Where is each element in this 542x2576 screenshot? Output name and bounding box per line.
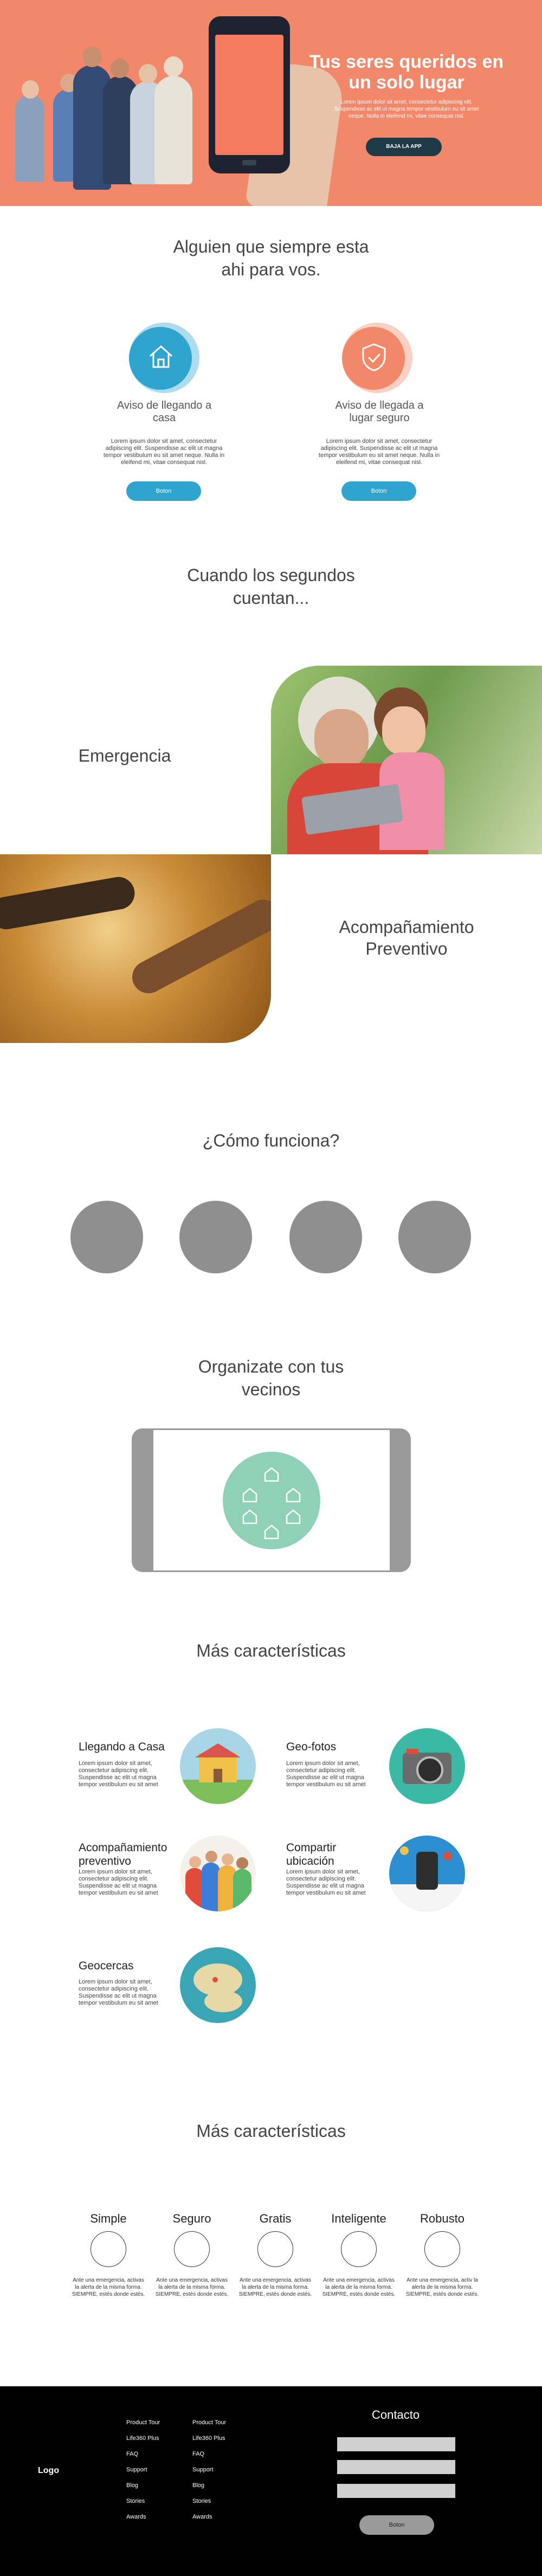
group-illustration <box>180 1836 256 1911</box>
contact-name-input[interactable] <box>337 2437 455 2451</box>
step-circle-1 <box>70 1201 143 1273</box>
phone-mockup <box>209 16 290 173</box>
column-circle <box>341 2231 377 2267</box>
column-circle <box>257 2231 293 2267</box>
footer-links-col-2: Product Tour Life360 Plus FAQ Support Bl… <box>192 2415 226 2525</box>
column-text: Ante una emergencia, activas la alerta d… <box>155 2277 229 2297</box>
feature-text-home: Lorem ipsum dolor sit amet, consectetur … <box>103 438 225 466</box>
feature-item-text: Lorem ipsum dolor sit amet, consectetur … <box>286 1869 366 1896</box>
download-app-button[interactable]: BAJA LA APP <box>366 138 442 156</box>
footer-link[interactable]: FAQ <box>126 2446 160 2462</box>
tablet-frame <box>132 1428 411 1572</box>
home-feature-circle <box>129 323 199 393</box>
feature-home-button[interactable]: Boton <box>126 481 201 501</box>
seconds-title: Cuando los segundos cuentan... <box>187 565 355 608</box>
preventive-label: Acompañamiento Preventivo <box>339 917 474 958</box>
grandmother-photo <box>271 666 542 854</box>
column-title: Robusto <box>420 2212 464 2225</box>
more-features-title: Más características <box>196 1641 346 1660</box>
footer-link[interactable]: FAQ <box>192 2446 226 2462</box>
feature-item-title: Compartir ubicación <box>286 1841 337 1867</box>
feature-item-title: Llegando a Casa <box>79 1741 165 1753</box>
feature-text-safe: Lorem ipsum dolor sit amet, consectetur … <box>318 438 440 466</box>
feature-item-text: Lorem ipsum dolor sit amet, consectetur … <box>79 1760 158 1788</box>
footer-link[interactable]: Blog <box>126 2478 160 2494</box>
feature-title-home: Aviso de llegando a casa <box>117 400 212 424</box>
hero-banner: Tus seres queridos en un solo lugar Lore… <box>0 0 542 206</box>
column-text: Ante una emergencia, activ la alerta de … <box>405 2277 479 2297</box>
column-circle <box>174 2231 210 2267</box>
column-title: Inteligente <box>331 2212 386 2225</box>
footer-link[interactable]: Awards <box>126 2509 160 2525</box>
safe-feature-circle <box>342 323 412 393</box>
step-circle-2 <box>179 1201 252 1273</box>
footer-link[interactable]: Support <box>192 2462 226 2478</box>
feature-item-text: Lorem ipsum dolor sit amet, consectetur … <box>79 1979 158 2006</box>
camera-illustration <box>389 1728 465 1804</box>
column-text: Ante una emergencia, activas la alerta d… <box>322 2277 396 2297</box>
footer-link[interactable]: Awards <box>192 2509 226 2525</box>
column-title: Simple <box>90 2212 127 2225</box>
footer-link[interactable]: Life360 Plus <box>126 2431 160 2446</box>
contact-email-input[interactable] <box>337 2460 455 2474</box>
step-circle-4 <box>398 1201 471 1273</box>
hands-photo <box>0 854 271 1043</box>
feature-item-title: Geo-fotos <box>286 1741 337 1753</box>
column-text: Ante una emergencia, activas la alerta d… <box>72 2277 145 2297</box>
column-circle <box>91 2231 126 2267</box>
footer-link[interactable]: Stories <box>126 2494 160 2509</box>
hero-description: Lorem ipsum dolor sit amet, consectetur … <box>334 99 479 119</box>
feature-safe-button[interactable]: Boton <box>341 481 416 501</box>
share-location-illustration <box>389 1836 465 1911</box>
feature-item-title: Geocercas <box>79 1960 134 1972</box>
geofence-map-illustration <box>180 1947 256 2023</box>
intro-title: Alguien que siempre esta ahi para vos. <box>173 237 369 279</box>
footer-link[interactable]: Stories <box>192 2494 226 2509</box>
how-title: ¿Cómo funciona? <box>202 1131 340 1150</box>
neighbors-title: Organizate con tus vecinos <box>198 1357 344 1399</box>
footer-link[interactable]: Blog <box>192 2478 226 2494</box>
feature-item-text: Lorem ipsum dolor sit amet, consectetur … <box>286 1760 366 1788</box>
step-circle-3 <box>289 1201 362 1273</box>
more-features-title-2: Más características <box>196 2121 346 2141</box>
footer-link[interactable]: Product Tour <box>192 2415 226 2431</box>
column-title: Seguro <box>172 2212 211 2225</box>
footer-link[interactable]: Product Tour <box>126 2415 160 2431</box>
houses-icon <box>242 1467 301 1540</box>
footer: Logo Product Tour Life360 Plus FAQ Suppo… <box>0 2386 542 2576</box>
footer-logo[interactable]: Logo <box>38 2466 59 2476</box>
feature-title-safe: Aviso de llegada a lugar seguro <box>335 400 424 424</box>
footer-links-col-1: Product Tour Life360 Plus FAQ Support Bl… <box>126 2415 160 2525</box>
shield-icon <box>362 343 386 371</box>
house-illustration <box>180 1728 256 1804</box>
footer-link[interactable]: Support <box>126 2462 160 2478</box>
footer-link[interactable]: Life360 Plus <box>192 2431 226 2446</box>
feature-item-title: Acompañamiento preventivo <box>79 1841 167 1867</box>
column-text: Ante una emergencia, activas la alerta d… <box>238 2277 312 2297</box>
emergency-label: Emergencia <box>78 746 171 765</box>
feature-item-text: Lorem ipsum dolor sit amet, consectetur … <box>79 1869 158 1896</box>
contact-title: Contacto <box>372 2408 420 2422</box>
contact-submit-button[interactable]: Boton <box>359 2515 434 2535</box>
home-icon <box>149 345 173 368</box>
hero-title: Tus seres queridos en un solo lugar <box>309 51 504 93</box>
column-title: Gratis <box>259 2212 292 2225</box>
column-circle <box>424 2231 460 2267</box>
contact-message-input[interactable] <box>337 2484 455 2498</box>
